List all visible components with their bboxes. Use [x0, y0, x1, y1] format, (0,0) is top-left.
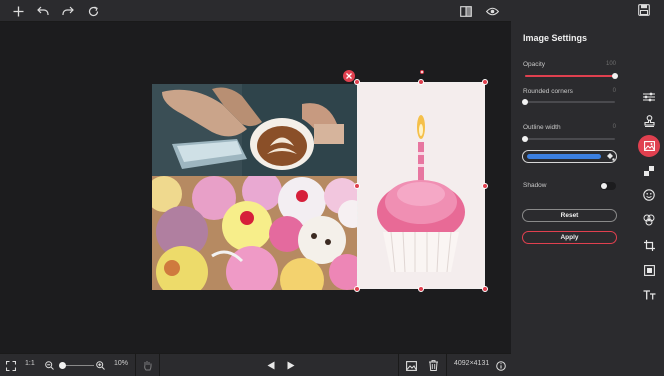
ratio-label[interactable]: 1:1 [25, 360, 35, 367]
rounded-corners-label: Rounded corners [523, 88, 573, 95]
opacity-value: 100 [605, 61, 616, 67]
photo-editor: Image Settings Opacity 100 Rounded corne… [0, 0, 664, 376]
resize-handle[interactable] [482, 183, 488, 189]
zoom-in-icon[interactable] [94, 359, 107, 372]
selection-frame[interactable] [357, 82, 485, 289]
stamp-icon[interactable] [640, 112, 658, 130]
smiley-icon[interactable] [640, 186, 658, 204]
shadow-label: Shadow [523, 182, 547, 189]
rounded-corners-slider[interactable] [522, 99, 615, 105]
panel-title: Image Settings [523, 33, 588, 43]
hand-pan-icon[interactable] [141, 359, 154, 372]
trash-icon[interactable] [427, 359, 440, 372]
redo-icon[interactable] [60, 3, 76, 19]
frame-icon[interactable] [640, 261, 658, 279]
outline-width-value: 0 [612, 124, 616, 130]
image-icon[interactable] [638, 135, 660, 157]
paint-bucket-icon [607, 153, 615, 161]
rounded-corners-value: 0 [612, 88, 616, 94]
reset-button[interactable]: Reset [522, 209, 617, 222]
save-icon[interactable] [638, 3, 654, 19]
zoom-out-icon[interactable] [43, 359, 56, 372]
bottom-bar: 1:1 10% 4092×4131 [0, 353, 511, 376]
canvas-area[interactable] [0, 22, 511, 353]
slider-knob[interactable] [522, 136, 528, 142]
zoom-slider-knob[interactable] [59, 362, 66, 369]
outline-width-slider[interactable] [522, 136, 615, 142]
divider [446, 354, 447, 376]
opacity-label: Opacity [523, 61, 546, 68]
rotate-handle[interactable] [420, 70, 424, 74]
checkerboard-icon[interactable] [640, 162, 658, 180]
opacity-slider[interactable] [525, 73, 618, 79]
resize-handle[interactable] [418, 286, 424, 292]
delete-image-button[interactable] [343, 70, 355, 82]
top-toolbar [0, 0, 511, 22]
plus-icon[interactable] [10, 3, 26, 19]
close-icon [346, 73, 352, 79]
undo-icon[interactable] [35, 3, 51, 19]
resize-handle[interactable] [354, 79, 360, 85]
adjust-sliders-icon[interactable] [640, 88, 658, 106]
outline-color-picker[interactable] [522, 150, 617, 163]
zoom-level: 10% [114, 360, 129, 367]
shadow-toggle[interactable] [600, 182, 616, 190]
resize-handle[interactable] [354, 286, 360, 292]
crop-icon[interactable] [640, 236, 658, 254]
fit-screen-icon[interactable] [4, 359, 17, 372]
divider [135, 354, 136, 376]
shapes-icon[interactable] [640, 211, 658, 229]
next-arrow-icon[interactable] [284, 359, 297, 372]
slider-knob[interactable] [612, 73, 618, 79]
color-swatch [527, 154, 601, 159]
divider [398, 354, 399, 376]
resize-handle[interactable] [354, 183, 360, 189]
info-icon[interactable] [494, 359, 507, 372]
outline-width-label: Outline width [523, 124, 561, 131]
text-icon[interactable] [640, 286, 658, 304]
slider-knob[interactable] [522, 99, 528, 105]
resize-handle[interactable] [418, 79, 424, 85]
previous-arrow-icon[interactable] [264, 359, 277, 372]
compare-icon[interactable] [458, 3, 474, 19]
divider [159, 354, 160, 376]
latte-photo[interactable] [152, 84, 357, 176]
cupcakes-photo[interactable] [152, 176, 357, 290]
apply-button[interactable]: Apply [522, 231, 617, 244]
gallery-icon[interactable] [405, 359, 418, 372]
resize-handle[interactable] [482, 286, 488, 292]
resize-handle[interactable] [482, 79, 488, 85]
refresh-icon[interactable] [85, 3, 101, 19]
eye-icon[interactable] [484, 3, 500, 19]
image-dimensions: 4092×4131 [454, 360, 490, 367]
